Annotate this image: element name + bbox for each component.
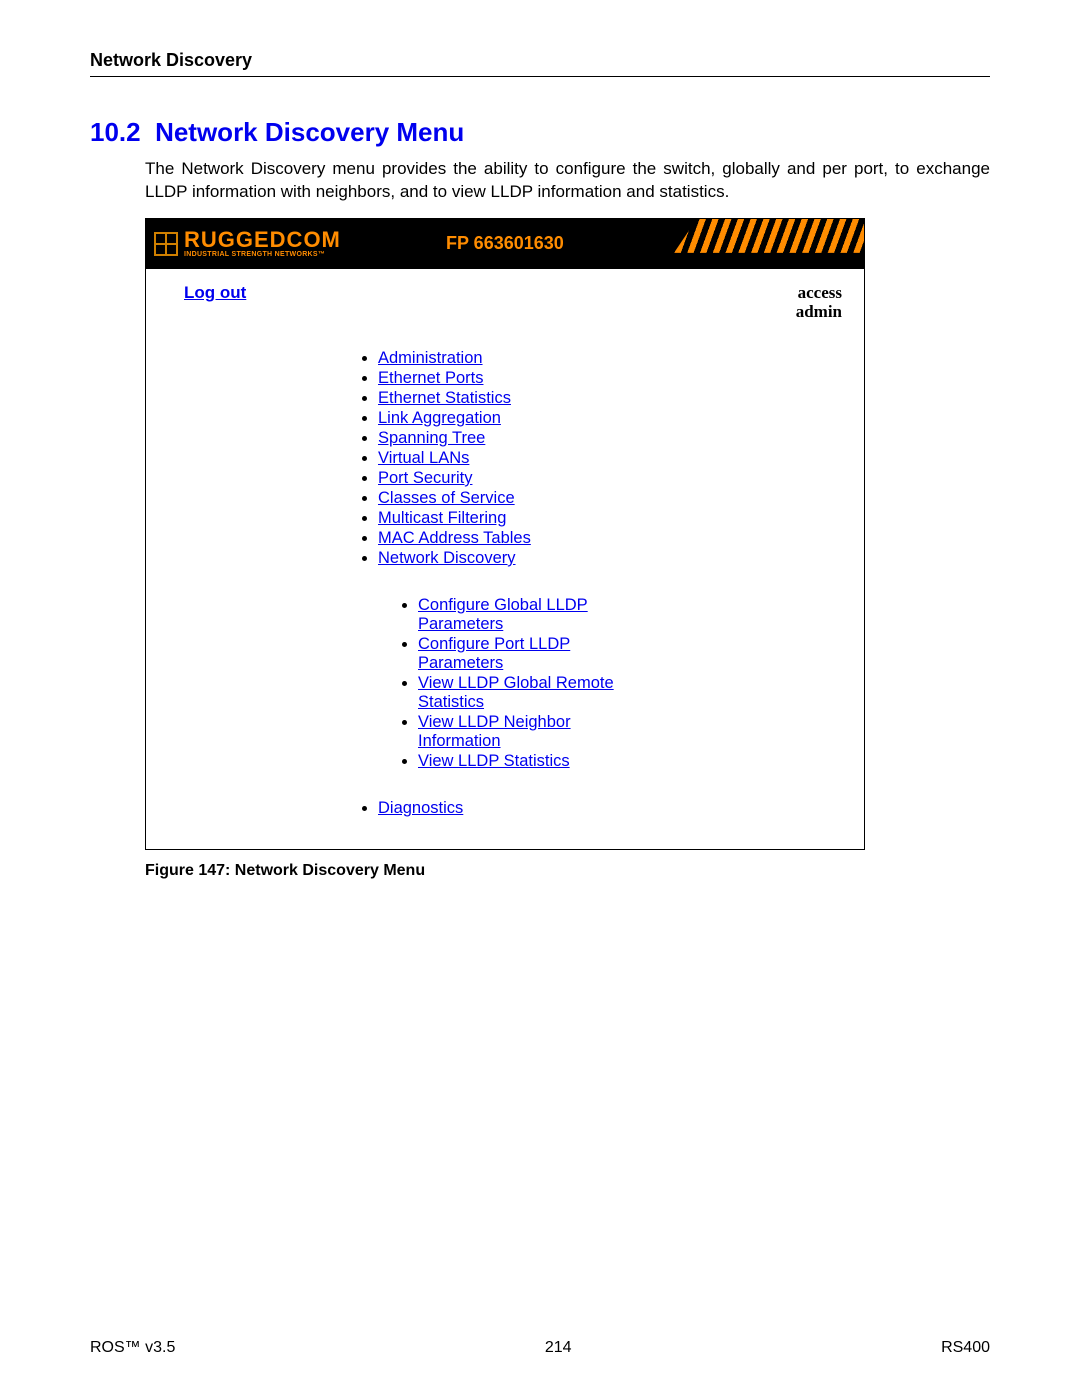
app-banner: RUGGEDCOM INDUSTRIAL STRENGTH NETWORKS™ … (146, 219, 864, 269)
submenu-item: Configure Port LLDP Parameters (418, 635, 626, 673)
menu-link[interactable]: Diagnostics (378, 799, 463, 817)
footer-left: ROS™ v3.5 (90, 1339, 175, 1357)
access-label: access (796, 283, 842, 303)
section-number: 10.2 (90, 117, 141, 147)
toolbar: Log out access admin (146, 269, 864, 330)
menu-link[interactable]: Virtual LANs (378, 449, 469, 467)
submenu-link[interactable]: Configure Global LLDP Parameters (418, 596, 588, 633)
menu-item: Multicast Filtering (378, 509, 844, 528)
submenu-item: View LLDP Global Remote Statistics (418, 674, 626, 712)
menu-link[interactable]: Port Security (378, 469, 472, 487)
submenu-link[interactable]: View LLDP Neighbor Information (418, 713, 571, 750)
menu-link[interactable]: Ethernet Statistics (378, 389, 511, 407)
menu-item: Diagnostics (378, 799, 844, 818)
page-footer: ROS™ v3.5 214 RS400 (90, 1339, 990, 1357)
logo-main-text: RUGGEDCOM (184, 229, 341, 251)
main-menu-area: Administration Ethernet Ports Ethernet Sta… (146, 330, 864, 849)
menu-link[interactable]: Multicast Filtering (378, 509, 506, 527)
menu-link[interactable]: Link Aggregation (378, 409, 501, 427)
menu-link[interactable]: Network Discovery (378, 549, 516, 567)
menu-item: Classes of Service (378, 489, 844, 508)
submenu-item: Configure Global LLDP Parameters (418, 596, 626, 634)
main-menu-list-after: Diagnostics (356, 799, 844, 818)
menu-item: MAC Address Tables (378, 529, 844, 548)
logo-sub-text: INDUSTRIAL STRENGTH NETWORKS™ (184, 251, 341, 258)
logo: RUGGEDCOM INDUSTRIAL STRENGTH NETWORKS™ (146, 229, 341, 258)
menu-item: Link Aggregation (378, 409, 844, 428)
access-info: access admin (796, 283, 842, 322)
menu-link[interactable]: Administration (378, 349, 483, 367)
submenu-link[interactable]: Configure Port LLDP Parameters (418, 635, 570, 672)
menu-item: Ethernet Statistics (378, 389, 844, 408)
menu-item: Ethernet Ports (378, 369, 844, 388)
menu-link[interactable]: MAC Address Tables (378, 529, 531, 547)
banner-title: FP 663601630 (446, 233, 564, 254)
submenu-link[interactable]: View LLDP Statistics (418, 752, 570, 770)
access-role: admin (796, 302, 842, 322)
menu-item: Virtual LANs (378, 449, 844, 468)
menu-link[interactable]: Classes of Service (378, 489, 515, 507)
section-body: The Network Discovery menu provides the … (145, 158, 990, 204)
footer-center: 214 (545, 1339, 572, 1357)
menu-item: Administration (378, 349, 844, 368)
footer-right: RS400 (941, 1339, 990, 1357)
section-title: 10.2 Network Discovery Menu (90, 117, 990, 148)
menu-link[interactable]: Spanning Tree (378, 429, 485, 447)
main-menu-list: Administration Ethernet Ports Ethernet Sta… (356, 349, 844, 568)
submenu-item: View LLDP Statistics (418, 752, 626, 771)
menu-link[interactable]: Ethernet Ports (378, 369, 483, 387)
chapter-heading: Network Discovery (90, 50, 990, 77)
menu-item: Spanning Tree (378, 429, 844, 448)
submenu-list: Configure Global LLDP ParametersConfigur… (396, 596, 626, 771)
banner-hatch-decoration (674, 219, 864, 253)
menu-item: Network Discovery (378, 549, 844, 568)
submenu-item: View LLDP Neighbor Information (418, 713, 626, 751)
figure-caption: Figure 147: Network Discovery Menu (145, 862, 990, 880)
figure-screenshot: RUGGEDCOM INDUSTRIAL STRENGTH NETWORKS™ … (145, 218, 865, 850)
submenu-link[interactable]: View LLDP Global Remote Statistics (418, 674, 614, 711)
menu-item: Port Security (378, 469, 844, 488)
logout-link[interactable]: Log out (184, 283, 246, 322)
logo-icon (154, 232, 178, 256)
section-name: Network Discovery Menu (155, 117, 464, 147)
